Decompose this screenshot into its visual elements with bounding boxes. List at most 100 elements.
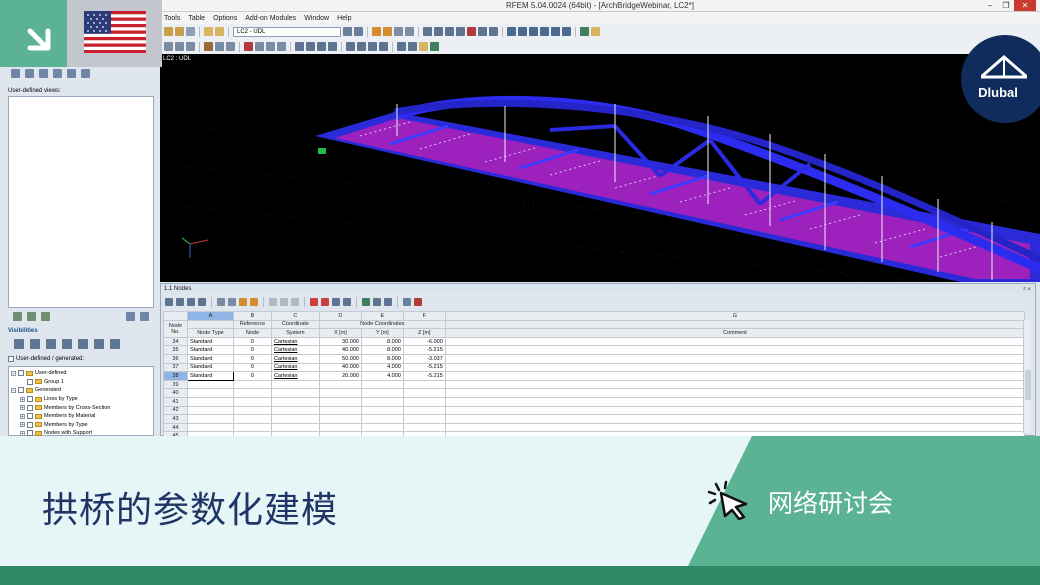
cell-comment[interactable] <box>444 396 1025 407</box>
menu-table[interactable]: Table <box>188 15 205 22</box>
mirror-icon[interactable] <box>277 42 286 51</box>
table-select-icon[interactable] <box>332 297 340 306</box>
cell-x[interactable] <box>318 388 362 398</box>
cell-y[interactable] <box>360 405 404 416</box>
table-export-icon[interactable] <box>373 297 381 306</box>
cell-type[interactable]: Standard <box>186 345 234 355</box>
3d-model-viewport[interactable] <box>160 54 1040 282</box>
print-icon[interactable] <box>186 27 195 36</box>
visibility-6-icon[interactable] <box>94 339 104 349</box>
row-number[interactable]: 37 <box>163 362 188 373</box>
table-row[interactable]: 43 <box>163 414 1025 424</box>
column-header-a[interactable]: A <box>186 311 234 321</box>
table-row[interactable]: 41 <box>163 396 1025 407</box>
tree-item[interactable]: − User-defined <box>9 369 153 378</box>
select-icon[interactable] <box>423 27 432 36</box>
user-defined-views-list[interactable] <box>8 96 154 308</box>
display-members-icon[interactable] <box>368 42 377 51</box>
cell-comment[interactable] <box>444 379 1025 390</box>
menu-window[interactable]: Window <box>304 15 329 22</box>
cell-ref[interactable]: 0 <box>232 371 272 381</box>
row-number[interactable]: 40 <box>163 388 188 398</box>
tree-item[interactable]: + Members by Cross-Section <box>9 403 153 412</box>
tree-expander-icon[interactable]: + <box>20 405 25 411</box>
prev-load-case-icon[interactable] <box>343 27 352 36</box>
tree-expander-icon[interactable]: − <box>11 387 16 393</box>
load-case-select[interactable]: LC2 - UDL <box>233 26 341 37</box>
table-row[interactable]: 36 Standard 0 Cartesian 50.000 8.000 -3.037 <box>163 353 1025 364</box>
cell-type[interactable]: Standard <box>186 371 234 381</box>
row-number[interactable]: 44 <box>163 422 188 433</box>
row-number[interactable]: 39 <box>163 379 188 390</box>
tree-item[interactable]: + Members by Type <box>9 421 153 430</box>
tree-expander-icon[interactable]: + <box>20 422 25 428</box>
add-view-icon[interactable] <box>13 312 22 321</box>
snap-icon[interactable] <box>408 42 417 51</box>
row-number[interactable]: 36 <box>163 353 188 364</box>
delete-view-icon[interactable] <box>140 312 149 321</box>
minimize-button[interactable]: – <box>982 0 998 11</box>
menu-options[interactable]: Options <box>213 15 237 22</box>
cell-y[interactable]: 8.000 <box>360 336 404 347</box>
new-solid-icon[interactable] <box>215 42 224 51</box>
table-row[interactable]: 39 <box>163 379 1025 390</box>
cell-x[interactable] <box>318 405 362 416</box>
save-icon[interactable] <box>175 27 184 36</box>
nav-results-icon[interactable] <box>53 69 62 78</box>
cell-sys[interactable] <box>270 405 320 416</box>
opening-icon[interactable] <box>226 42 235 51</box>
results-icon[interactable] <box>383 27 392 36</box>
column-header-f[interactable]: F <box>402 311 446 321</box>
table-last-icon[interactable] <box>198 297 206 306</box>
delete-icon[interactable] <box>467 27 476 36</box>
cell-comment[interactable] <box>444 388 1025 398</box>
cell-z[interactable] <box>402 422 446 433</box>
cell-y[interactable]: 4.000 <box>360 362 404 373</box>
dimension-icon[interactable] <box>419 42 428 51</box>
cell-z[interactable] <box>402 396 446 407</box>
cell-type[interactable] <box>186 422 234 433</box>
tree-expander-icon[interactable]: + <box>20 396 25 402</box>
copy-view-icon[interactable] <box>41 312 50 321</box>
close-button[interactable]: ✕ <box>1014 0 1036 11</box>
cell-z[interactable] <box>402 379 446 390</box>
grid-icon[interactable] <box>397 42 406 51</box>
display-lines-icon[interactable] <box>357 42 366 51</box>
table-row[interactable]: 37 Standard 0 Cartesian 40.000 4.000 -5.215 <box>163 362 1025 373</box>
table-row[interactable]: 34 Standard 0 Cartesian 30.000 8.000 -6.000 <box>163 336 1025 347</box>
cell-comment[interactable] <box>444 336 1025 347</box>
visibility-4-icon[interactable] <box>62 339 72 349</box>
open-icon[interactable] <box>164 27 173 36</box>
values-icon[interactable] <box>405 27 414 36</box>
cell-y[interactable]: 8.000 <box>360 353 404 364</box>
cell-z[interactable]: -5.215 <box>402 362 446 373</box>
cell-sys[interactable] <box>270 422 320 433</box>
table-row[interactable]: 40 <box>163 388 1025 398</box>
row-number[interactable]: 43 <box>163 414 188 424</box>
cell-comment[interactable] <box>444 405 1025 416</box>
view-icon[interactable] <box>204 27 213 36</box>
row-number[interactable]: 34 <box>163 336 188 347</box>
tree-checkbox[interactable] <box>27 421 33 428</box>
cell-ref[interactable] <box>232 396 272 407</box>
graph-icon[interactable] <box>394 27 403 36</box>
display-surfaces-icon[interactable] <box>379 42 388 51</box>
tree-expander-icon[interactable]: − <box>11 370 16 376</box>
cell-type[interactable] <box>186 414 234 424</box>
cell-comment[interactable] <box>444 414 1025 424</box>
cell-y[interactable] <box>360 396 404 407</box>
view-options-icon[interactable] <box>126 312 135 321</box>
rotate-icon[interactable] <box>456 27 465 36</box>
next-load-case-icon[interactable] <box>354 27 363 36</box>
column-header-b[interactable]: B <box>232 311 272 321</box>
rotate-object-icon[interactable] <box>328 42 337 51</box>
nav-views-icon[interactable] <box>39 69 48 78</box>
nav-options-icon[interactable] <box>81 69 90 78</box>
cell-sys[interactable]: Cartesian <box>270 362 320 373</box>
table-row[interactable]: 44 <box>163 422 1025 433</box>
dlubal-badge[interactable]: Dlubal <box>961 35 1040 123</box>
table-copy-icon[interactable] <box>217 297 225 306</box>
table-graph-icon[interactable] <box>403 297 411 306</box>
nav-data-icon[interactable] <box>11 69 20 78</box>
load-icon[interactable] <box>591 27 600 36</box>
